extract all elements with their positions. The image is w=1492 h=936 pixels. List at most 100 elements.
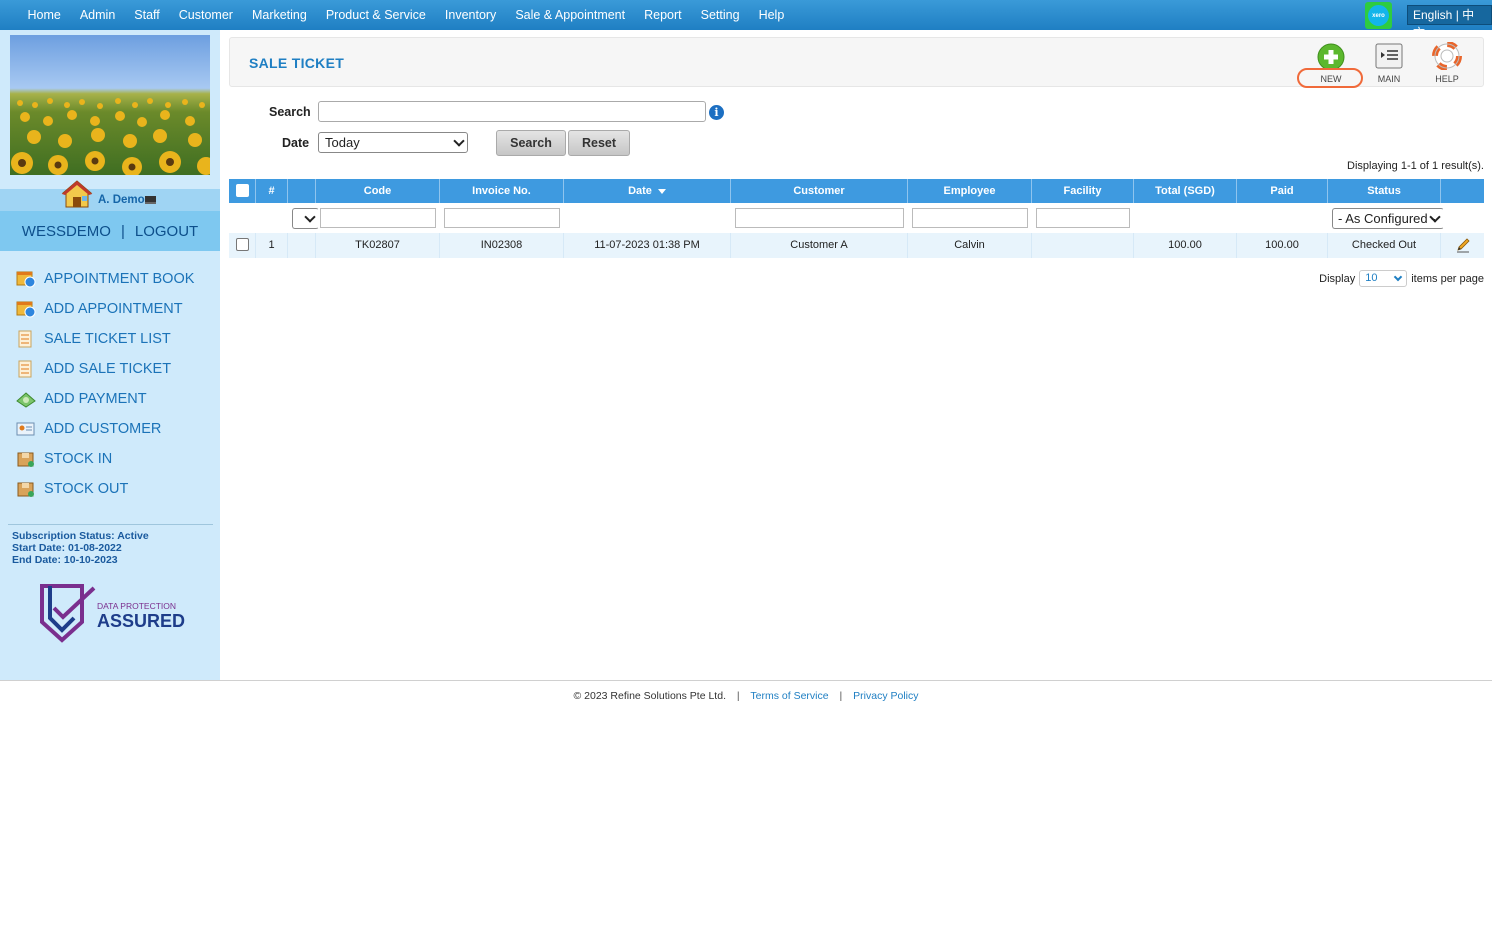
subscription-info: Subscription Status: Active Start Date: …: [12, 530, 149, 566]
search-button[interactable]: Search: [496, 130, 566, 156]
filter-employee-input[interactable]: [912, 208, 1028, 228]
chevron-down-icon: [1393, 272, 1403, 282]
sidebar-item-sale-ticket-list[interactable]: SALE TICKET LIST: [0, 324, 220, 354]
per-page-select[interactable]: 10: [1359, 270, 1408, 287]
main-button[interactable]: MAIN: [1367, 42, 1411, 84]
computer-icon: [145, 196, 156, 204]
cell-paid: 100.00: [1237, 233, 1328, 258]
sidebar-item-stock-out[interactable]: STOCK OUT: [0, 474, 220, 504]
filter-cell: [1032, 203, 1134, 233]
menu-product-service[interactable]: Product & Service: [326, 8, 426, 22]
sidebar-item-add-appointment[interactable]: ADD APPOINTMENT: [0, 294, 220, 324]
menu-admin[interactable]: Admin: [80, 8, 115, 22]
xero-button[interactable]: xero: [1365, 2, 1392, 29]
sidebar-item-add-customer[interactable]: ADD CUSTOMER: [0, 414, 220, 444]
menu-marketing[interactable]: Marketing: [252, 8, 307, 22]
col-invoice[interactable]: Invoice No.: [440, 179, 564, 203]
menu-customer[interactable]: Customer: [179, 8, 233, 22]
data-protection-badge: DATA PROTECTION ASSURED: [38, 582, 188, 644]
menu-report[interactable]: Report: [644, 8, 682, 22]
select-all-checkbox[interactable]: [236, 184, 249, 197]
table-row[interactable]: 1 TK02807 IN02308 11-07-2023 01:38 PM Cu…: [229, 233, 1484, 258]
col-date-label: Date: [628, 185, 652, 197]
col-actions: [1441, 179, 1484, 203]
menu-inventory[interactable]: Inventory: [445, 8, 496, 22]
filter-invoice-input[interactable]: [444, 208, 560, 228]
filter-status-select[interactable]: - As Configured -: [1332, 208, 1444, 229]
sale-ticket-list-icon: [18, 330, 32, 348]
filter-cell: [256, 203, 288, 233]
col-customer[interactable]: Customer: [731, 179, 908, 203]
sidebar-item-add-sale-ticket[interactable]: ADD SALE TICKET: [0, 354, 220, 384]
col-status[interactable]: Status: [1328, 179, 1441, 203]
terms-link[interactable]: Terms of Service: [750, 690, 828, 702]
footer-separator: |: [839, 690, 843, 702]
row-checkbox[interactable]: [236, 238, 249, 251]
search-input[interactable]: [318, 101, 706, 122]
sort-desc-icon: [657, 188, 666, 194]
sunflower-photo: [10, 35, 210, 175]
filter-select[interactable]: [292, 208, 319, 229]
sidebar-item-label: ADD APPOINTMENT: [44, 301, 183, 317]
reset-button[interactable]: Reset: [568, 130, 630, 156]
col-paid[interactable]: Paid: [1237, 179, 1328, 203]
date-select-value: Today: [325, 135, 360, 150]
chevron-down-icon: [453, 135, 465, 147]
filter-cell: [316, 203, 440, 233]
subscription-end: End Date: 10-10-2023: [12, 554, 118, 566]
user-name[interactable]: A. Demo: [98, 194, 145, 206]
menu-setting[interactable]: Setting: [701, 8, 740, 22]
subscription-status: Subscription Status: Active: [12, 530, 149, 542]
add-customer-icon: [16, 422, 35, 436]
filter-customer-input[interactable]: [735, 208, 904, 228]
lifebuoy-icon: [1432, 41, 1462, 71]
privacy-link[interactable]: Privacy Policy: [853, 690, 918, 702]
logout-link[interactable]: LOGOUT: [135, 223, 198, 240]
cell-customer: Customer A: [731, 233, 908, 258]
col-total[interactable]: Total (SGD): [1134, 179, 1237, 203]
account-name[interactable]: WESSDEMO: [22, 223, 111, 240]
new-button-highlight: [1297, 68, 1363, 88]
help-button[interactable]: HELP: [1425, 41, 1469, 84]
home-icon[interactable]: [60, 179, 94, 209]
list-icon: [1375, 43, 1403, 69]
col-facility[interactable]: Facility: [1032, 179, 1134, 203]
sidebar-item-label: ADD CUSTOMER: [44, 421, 162, 437]
cell-number: 1: [256, 233, 288, 258]
date-select[interactable]: Today: [318, 132, 468, 153]
footer-separator: |: [736, 690, 740, 702]
filter-cell: - As Configured -: [1328, 203, 1444, 233]
chevron-down-icon: [304, 211, 316, 223]
sidebar-nav: APPOINTMENT BOOK ADD APPOINTMENT SALE TI…: [0, 264, 220, 504]
sidebar-item-add-payment[interactable]: ADD PAYMENT: [0, 384, 220, 414]
col-date[interactable]: Date: [564, 179, 731, 203]
menu-home[interactable]: Home: [28, 8, 61, 22]
edit-pencil-icon[interactable]: [1455, 237, 1471, 253]
language-switch[interactable]: English | 中文: [1407, 5, 1492, 40]
menu-help[interactable]: Help: [759, 8, 785, 22]
filter-code-input[interactable]: [320, 208, 436, 228]
stock-in-icon: [17, 452, 34, 467]
info-icon[interactable]: i: [709, 105, 724, 120]
filter-cell: [288, 203, 319, 233]
sidebar-item-appointment-book[interactable]: APPOINTMENT BOOK: [0, 264, 220, 294]
cell-invoice: IN02308: [440, 233, 564, 258]
footer: © 2023 Refine Solutions Pte Ltd. | Terms…: [0, 690, 1492, 702]
appointment-book-icon: [16, 271, 36, 288]
col-code[interactable]: Code: [316, 179, 440, 203]
subscription-start: Start Date: 01-08-2022: [12, 542, 122, 554]
account-bar: WESSDEMO | LOGOUT: [0, 211, 220, 251]
menu-sale-appointment[interactable]: Sale & Appointment: [515, 8, 625, 22]
filter-status-value: - As Configured -: [1338, 211, 1436, 226]
menu-staff[interactable]: Staff: [134, 8, 159, 22]
sidebar-item-label: STOCK IN: [44, 451, 113, 467]
sidebar-item-stock-in[interactable]: STOCK IN: [0, 444, 220, 474]
stock-out-icon: [17, 482, 34, 497]
account-separator: |: [120, 222, 125, 240]
filter-facility-input[interactable]: [1036, 208, 1130, 228]
sidebar-item-label: ADD PAYMENT: [44, 391, 147, 407]
cell-date: 11-07-2023 01:38 PM: [564, 233, 731, 258]
sidebar-divider: [8, 524, 213, 525]
display-label: Display: [1319, 272, 1356, 285]
col-employee[interactable]: Employee: [908, 179, 1032, 203]
